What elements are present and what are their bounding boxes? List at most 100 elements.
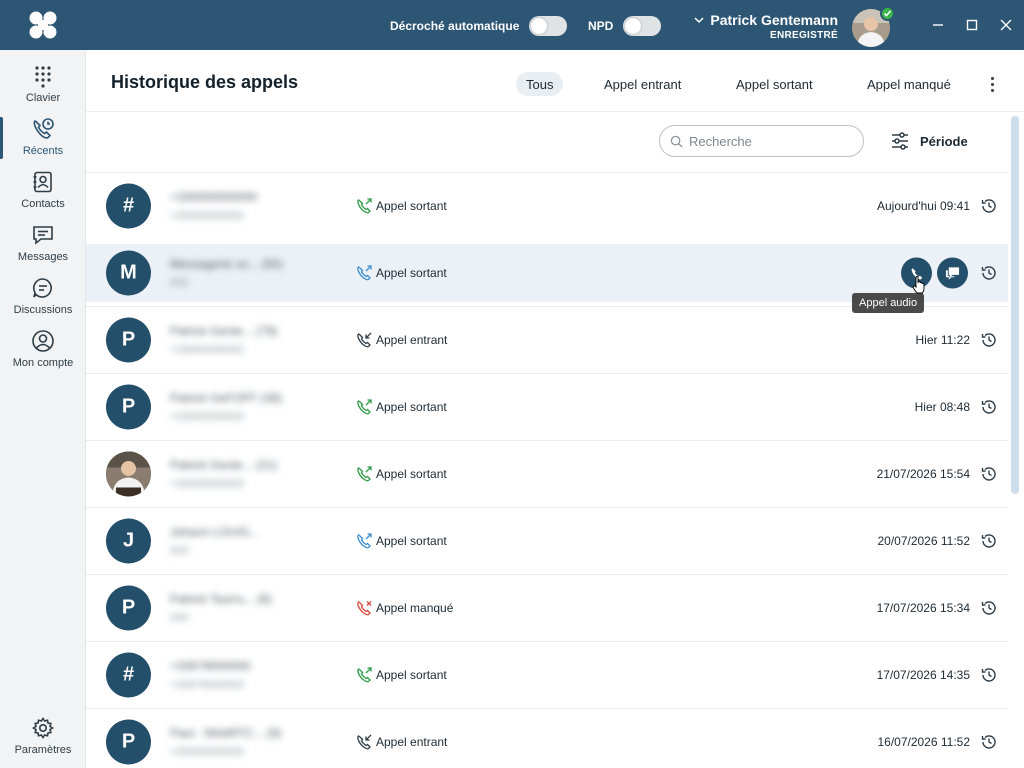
- contact-name: Patrick Gente... (21): [170, 458, 278, 472]
- call-row[interactable]: J Johann LOUIS... 000 Appel sortant 20/07/20…: [86, 507, 1008, 574]
- contact-name: Messagerie vo... (50): [170, 257, 283, 271]
- call-details-button[interactable]: [980, 666, 998, 684]
- auto-answer-label: Décroché automatique: [390, 19, 520, 33]
- contacts-book-icon: [33, 171, 52, 193]
- sidebar-item-discussions[interactable]: Discussions: [0, 270, 86, 322]
- sidebar-item-messages[interactable]: Messages: [0, 217, 86, 269]
- contact-avatar: P: [106, 585, 151, 631]
- auto-answer-toggle[interactable]: [529, 16, 568, 36]
- sidebar-item-account[interactable]: Mon compte: [0, 323, 86, 375]
- contact-name: +33679000000: [170, 659, 251, 673]
- npd-toggle[interactable]: [623, 16, 662, 36]
- online-status-icon: [880, 6, 895, 21]
- tab-incoming[interactable]: Appel entrant: [594, 72, 691, 96]
- sidebar-item-label: Paramètres: [14, 744, 72, 756]
- hand-cursor-icon: [912, 276, 925, 294]
- call-details-button[interactable]: [980, 331, 998, 349]
- minimize-icon: [933, 24, 943, 26]
- search-input[interactable]: [689, 133, 849, 149]
- contact-name: Patrick Taurru... (8): [170, 592, 272, 606]
- call-type: Appel sortant: [356, 466, 447, 482]
- sidebar-item-keypad[interactable]: Clavier: [0, 58, 86, 110]
- sidebar-item-label: Messages: [17, 251, 69, 263]
- contact-avatar: M: [106, 250, 151, 296]
- message-bubble-icon: [33, 226, 53, 245]
- call-timestamp: Hier 11:22: [915, 333, 970, 347]
- call-row[interactable]: # +330000000000 +33000000000 Appel sortant A…: [86, 172, 1008, 239]
- header-divider: [86, 111, 1024, 112]
- call-type: Appel entrant: [356, 734, 447, 750]
- call-details-button[interactable]: [980, 264, 998, 282]
- call-type-label: Appel entrant: [376, 735, 448, 749]
- search-box: [659, 125, 864, 157]
- sidebar-item-settings[interactable]: Paramètres: [0, 710, 86, 762]
- history-icon: [981, 668, 996, 682]
- maximize-icon: [966, 19, 978, 31]
- call-type: Appel sortant: [356, 667, 447, 683]
- call-details-button[interactable]: [980, 465, 998, 483]
- call-row[interactable]: P Patrick GeFOFF (38) +33000000000 Appel so…: [86, 373, 1008, 440]
- contact-name: +330000000000: [170, 190, 258, 204]
- tab-all[interactable]: Tous: [516, 72, 564, 96]
- more-options-button[interactable]: [984, 74, 1000, 94]
- call-timestamp: 17/07/2026 14:35: [876, 668, 970, 682]
- history-icon: [981, 467, 996, 481]
- contact-number: +33000000000: [170, 478, 244, 490]
- contact-name-blurred: +330000000000 +33000000000: [170, 190, 320, 222]
- call-row[interactable]: Patrick Gente... (21) +33000000000 Appel s…: [86, 440, 1008, 507]
- call-row[interactable]: # +33679000000 +33679000000 Appel sortant 17…: [86, 641, 1008, 708]
- call-timestamp: 20/07/2026 11:52: [877, 534, 970, 548]
- call-type-label: Appel entrant: [376, 333, 448, 347]
- call-timestamp: Aujourd'hui 09:41: [876, 199, 970, 213]
- contact-avatar: P: [106, 719, 151, 765]
- call-type-label: Appel sortant: [376, 534, 447, 548]
- user-name: Patrick Gentemann: [710, 12, 838, 28]
- call-timestamp: 21/07/2026 15:54: [876, 467, 970, 481]
- sidebar-item-recents[interactable]: Récents: [0, 111, 86, 163]
- scrollbar-thumb[interactable]: [1011, 116, 1019, 494]
- maximize-button[interactable]: [962, 15, 982, 35]
- call-type-label: Appel sortant: [376, 467, 447, 481]
- call-row[interactable]: P Patrick Gente... (78) +33000000000 Appel …: [86, 306, 1008, 373]
- sidebar-item-contacts[interactable]: Contacts: [0, 164, 86, 216]
- contact-name: Johann LOUIS...: [170, 525, 259, 539]
- call-details-button[interactable]: [980, 197, 998, 215]
- minimize-button[interactable]: [928, 15, 948, 35]
- tab-outgoing[interactable]: Appel sortant: [726, 72, 823, 96]
- call-timestamp: 16/07/2026 11:52: [877, 735, 970, 749]
- call-details-button[interactable]: [980, 599, 998, 617]
- call-timestamp: Hier 08:48: [914, 400, 970, 414]
- contact-avatar: #: [106, 652, 151, 698]
- contact-number: +33679000000: [170, 679, 244, 691]
- history-icon: [981, 735, 996, 749]
- gear-icon: [32, 717, 54, 739]
- call-details-button[interactable]: [980, 398, 998, 416]
- contact-avatar: P: [106, 384, 151, 430]
- close-button[interactable]: [996, 15, 1016, 35]
- chevron-down-icon: [694, 17, 704, 24]
- title-bar: Décroché automatique NPD Patrick Gentema…: [0, 0, 1024, 50]
- history-icon: [981, 534, 996, 548]
- period-filter-button[interactable]: Période: [890, 129, 968, 153]
- message-button[interactable]: [937, 257, 968, 289]
- outgoing-call-icon: [357, 667, 372, 683]
- contact-name-blurred: +33679000000 +33679000000: [170, 659, 320, 691]
- history-icon: [981, 601, 996, 615]
- call-type-label: Appel sortant: [376, 668, 447, 682]
- call-row[interactable]: P Patrick Taurru... (8) 000 Appel manqué 17/…: [86, 574, 1008, 641]
- call-type-label: Appel sortant: [376, 199, 447, 213]
- call-details-button[interactable]: [980, 532, 998, 550]
- sidebar-item-label: Clavier: [25, 92, 61, 104]
- recent-calls-icon: [33, 118, 54, 139]
- call-details-button[interactable]: [980, 733, 998, 751]
- outgoing-call-icon: [357, 466, 372, 482]
- sidebar-item-label: Mon compte: [12, 357, 74, 369]
- contact-name: Patrick GeFOFF (38): [170, 391, 283, 405]
- app-logo-icon: [28, 10, 58, 40]
- search-icon: [670, 135, 683, 148]
- tab-missed[interactable]: Appel manqué: [857, 72, 961, 96]
- call-row[interactable]: P Paul - WebRTC... (9) +33000000000 Appel e…: [86, 708, 1008, 768]
- user-menu[interactable]: Patrick Gentemann ENREGISTRÉ: [690, 12, 838, 41]
- contact-name-blurred: Patrick Gente... (78) +33000000000: [170, 324, 320, 356]
- contact-number: +33000000000: [170, 210, 244, 222]
